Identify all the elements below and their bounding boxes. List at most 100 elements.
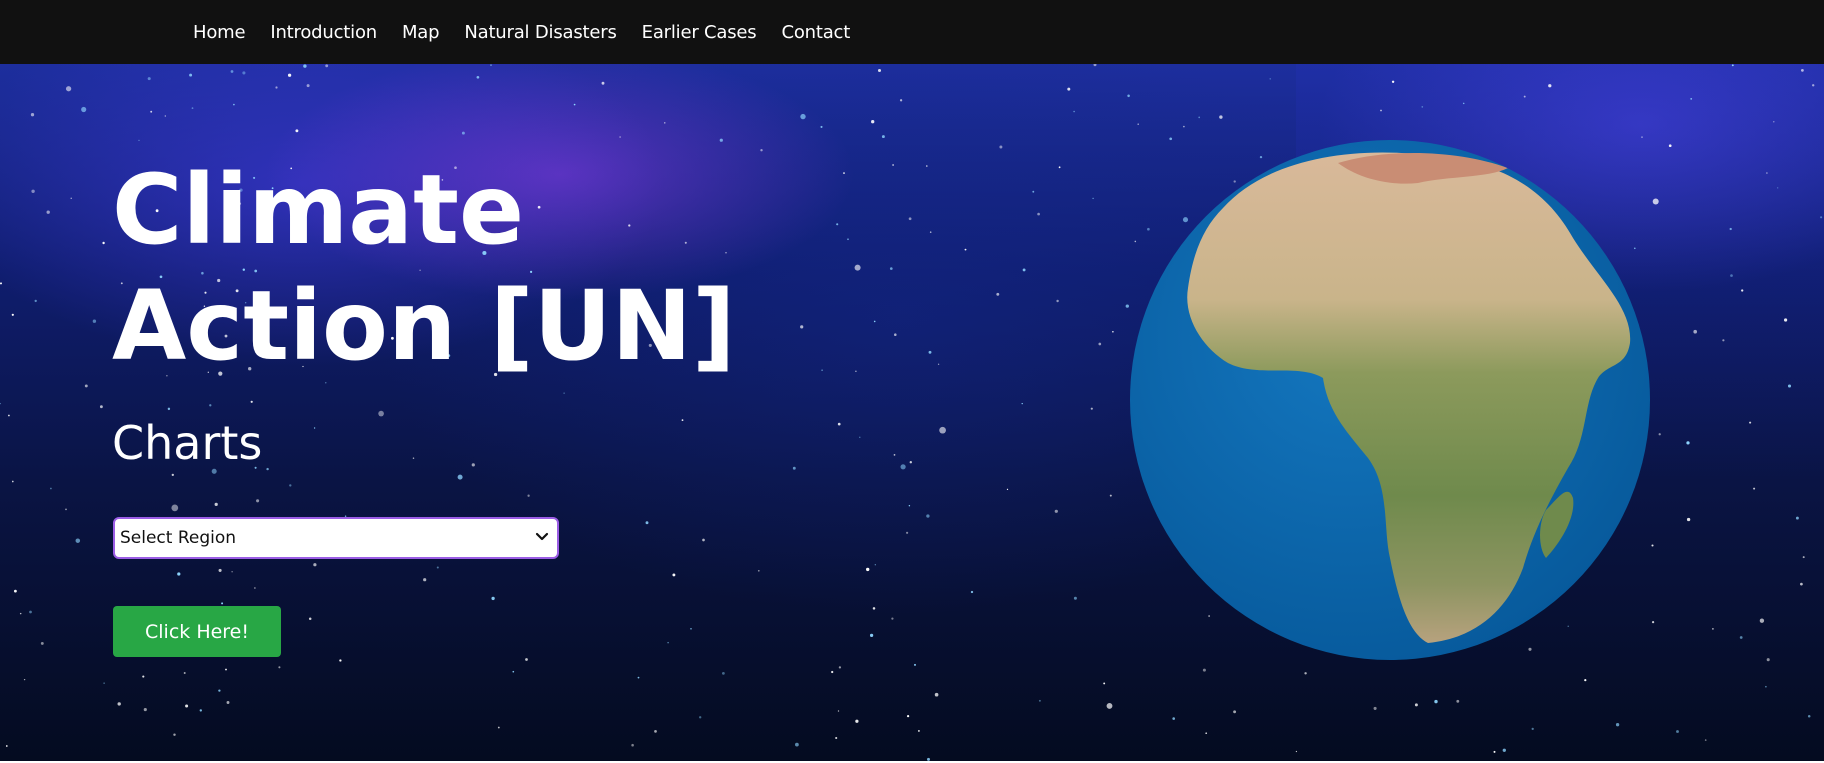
star [1493,750,1496,753]
star [964,248,967,251]
star [1820,216,1823,219]
nav-link-map[interactable]: Map [402,22,440,43]
star [525,658,528,661]
star [917,729,920,732]
star [854,264,861,271]
star [1765,685,1767,688]
star [1502,748,1506,752]
nav-link-earlier-cases[interactable]: Earlier Cases [642,22,757,43]
nav-link-introduction[interactable]: Introduction [270,22,377,43]
star [1198,116,1201,119]
star [313,427,316,429]
star [1731,64,1734,67]
star [218,689,221,692]
star [99,405,103,409]
star [308,617,312,621]
star [256,499,260,503]
star [102,241,105,245]
star [225,668,227,671]
star [1112,331,1114,333]
star [1784,318,1788,322]
star [250,400,253,403]
star [1615,723,1620,727]
star [869,633,874,638]
star [167,407,171,411]
star [874,564,876,566]
star [226,701,230,704]
star [1766,658,1770,662]
star [970,590,974,594]
star [1741,289,1744,292]
star [306,84,310,88]
star [31,189,35,193]
star [191,107,194,109]
star [934,692,939,697]
region-select[interactable]: Select Region [113,517,559,559]
star [378,410,384,417]
star [303,64,307,68]
nav-link-home[interactable]: Home [193,22,246,43]
star [1037,212,1040,216]
star [937,363,940,365]
star [1434,699,1438,704]
star [855,370,857,373]
star [1093,64,1097,67]
star [457,474,463,480]
star [171,504,179,512]
star [1205,732,1208,735]
star [183,672,186,674]
star [289,484,292,487]
star [900,464,906,470]
star [1773,121,1775,123]
star [231,571,233,573]
nav-link-contact[interactable]: Contact [781,22,850,43]
star [908,217,912,221]
star [1690,97,1693,100]
star [1054,509,1058,513]
star [1456,699,1460,703]
star [837,710,840,712]
star [871,120,875,124]
nav-item-natural-disasters: Natural Disasters [464,22,616,43]
star [1092,197,1094,200]
star [23,678,26,681]
click-here-button[interactable]: Click Here! [113,606,281,657]
star [690,627,692,630]
star [1807,714,1811,718]
star [1058,166,1061,169]
chevron-down-icon [535,532,549,541]
star [214,502,218,507]
star [1233,710,1237,714]
star [906,714,910,718]
star [877,68,882,73]
star [1295,750,1298,753]
star [476,75,480,79]
star [1137,123,1139,125]
star [75,538,81,543]
star [1006,488,1009,491]
star [914,663,916,666]
star [925,165,928,167]
star [831,670,834,674]
star [699,716,702,719]
star [254,587,256,589]
star [838,666,842,669]
star [757,569,760,572]
star [173,733,176,736]
star [1722,339,1725,342]
star [563,392,565,394]
star [233,103,235,106]
star [601,81,605,85]
star [412,457,415,459]
star [325,64,329,68]
star [1073,596,1077,600]
star [1414,703,1418,707]
star [1800,582,1803,586]
star [928,350,932,354]
star [103,682,105,684]
star [881,135,885,139]
nav-link-natural-disasters[interactable]: Natural Disasters [464,22,616,43]
star [843,172,845,175]
star [1106,702,1113,709]
top-navbar: Home Introduction Map Natural Disasters … [0,0,1824,64]
